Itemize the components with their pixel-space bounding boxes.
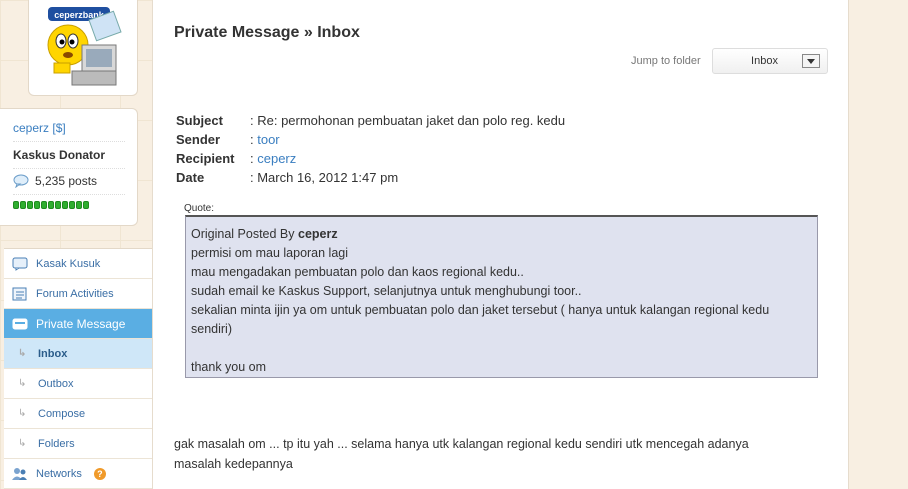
quote-box: Original Posted By ceperz permisi om mau… [185,215,818,378]
sidebar-nav: Kasak Kusuk Forum Activities Private Mes… [4,248,152,489]
sidebar-item-label: Folders [38,437,75,450]
sidebar-item-label: Inbox [38,347,68,360]
recipient-key: Recipient [176,151,235,166]
envelope-icon [12,318,28,329]
subject-key: Subject [176,113,223,128]
reputation-dot [69,201,75,209]
message-body: gak masalah om ... tp itu yah ... selama… [174,437,749,471]
avatar-box[interactable]: ceperzbank [28,0,138,96]
subject-value: : Re: permohonan pembuatan jaket dan pol… [250,113,566,128]
sidebar-subitem-outbox[interactable]: ↳ Outbox [4,369,152,399]
folder-select[interactable]: Inbox [712,48,828,74]
quote-line: sekalian minta ijin ya om untuk pembuata… [191,303,770,336]
recipient-link[interactable]: ceperz [257,151,296,166]
subject-row: Subject : Re: permohonan pembuatan jaket… [176,111,565,130]
quote-prefix: Original Posted By [191,227,298,241]
profile-card: ceperz [$] Kaskus Donator 5,235 posts [0,108,138,226]
sidebar-item-kasak-kusuk[interactable]: Kasak Kusuk [4,249,152,279]
jump-to-folder-label: Jump to folder [631,55,701,67]
sub-arrow-icon: ↳ [18,438,27,449]
sidebar-item-label: Private Message [36,316,126,331]
sub-arrow-icon: ↳ [18,408,27,419]
reputation-dot [48,201,54,209]
quote-author: ceperz [298,227,338,241]
date-row: Date : March 16, 2012 1:47 pm [176,168,565,187]
reputation-dot [34,201,40,209]
sender-key: Sender [176,132,221,147]
sidebar-item-label: Networks [36,467,82,480]
sidebar-item-label: Compose [38,407,86,420]
sidebar-subitem-compose[interactable]: ↳ Compose [4,399,152,429]
folder-select-value: Inbox [751,55,778,67]
sub-arrow-icon: ↳ [18,348,27,359]
quote-label: Quote: [184,203,215,214]
reputation-dot [41,201,47,209]
list-icon [12,287,27,300]
reputation-dot [20,201,26,209]
sidebar-subitem-inbox[interactable]: ↳ Inbox [4,339,152,369]
help-icon[interactable]: ? [93,467,106,480]
reputation-dot [27,201,33,209]
sender-link[interactable]: toor [257,132,279,147]
quote-line: permisi om mau laporan lagi [191,246,349,260]
message-header: Subject : Re: permohonan pembuatan jaket… [176,111,565,187]
reputation-dot [83,201,89,209]
post-count: 5,235 posts [13,168,125,188]
sender-value: : toor [250,130,280,149]
sidebar-item-label: Forum Activities [36,287,114,300]
sidebar-subitem-folders[interactable]: ↳ Folders [4,429,152,459]
username-link[interactable]: ceperz [13,121,49,135]
reputation-dot [76,201,82,209]
quote-line-blank [191,339,812,358]
date-value: : March 16, 2012 1:47 pm [250,170,399,185]
avatar: ceperzbank [42,5,124,91]
quote-line: mau mengadakan pembuatan polo dan kaos r… [191,265,524,279]
sub-arrow-icon: ↳ [18,378,27,389]
sidebar-item-label: Kasak Kusuk [36,257,101,270]
sidebar-item-private-message[interactable]: Private Message [4,309,152,339]
reputation-dot [55,201,61,209]
speech-bubble-icon [13,174,29,188]
recipient-value: : ceperz [250,149,296,168]
sidebar-item-networks[interactable]: Networks ? [4,459,152,489]
recipient-row: Recipient : ceperz [176,149,565,168]
quote-line: sudah email ke Kaskus Support, selanjutn… [191,284,582,298]
chat-icon [12,257,28,271]
username-line: ceperz [$] [13,121,137,135]
reputation-dot [13,201,19,209]
user-title: Kaskus Donator [13,141,125,162]
post-count-label: 5,235 posts [35,174,98,188]
sidebar-item-forum-activities[interactable]: Forum Activities [4,279,152,309]
page-title: Private Message » Inbox [174,24,360,41]
donator-tag: [$] [52,121,66,135]
sender-row: Sender : toor [176,130,565,149]
reputation-dot [62,201,68,209]
people-icon [12,467,27,480]
quote-attribution: Original Posted By ceperz [191,225,812,244]
reputation-bar [13,194,125,209]
main-panel: Private Message » Inbox Jump to folder I… [152,0,849,489]
date-key: Date [176,170,205,185]
sidebar-item-label: Outbox [38,377,74,390]
chevron-down-icon[interactable] [802,54,820,68]
quote-line: thank you om [191,360,267,374]
